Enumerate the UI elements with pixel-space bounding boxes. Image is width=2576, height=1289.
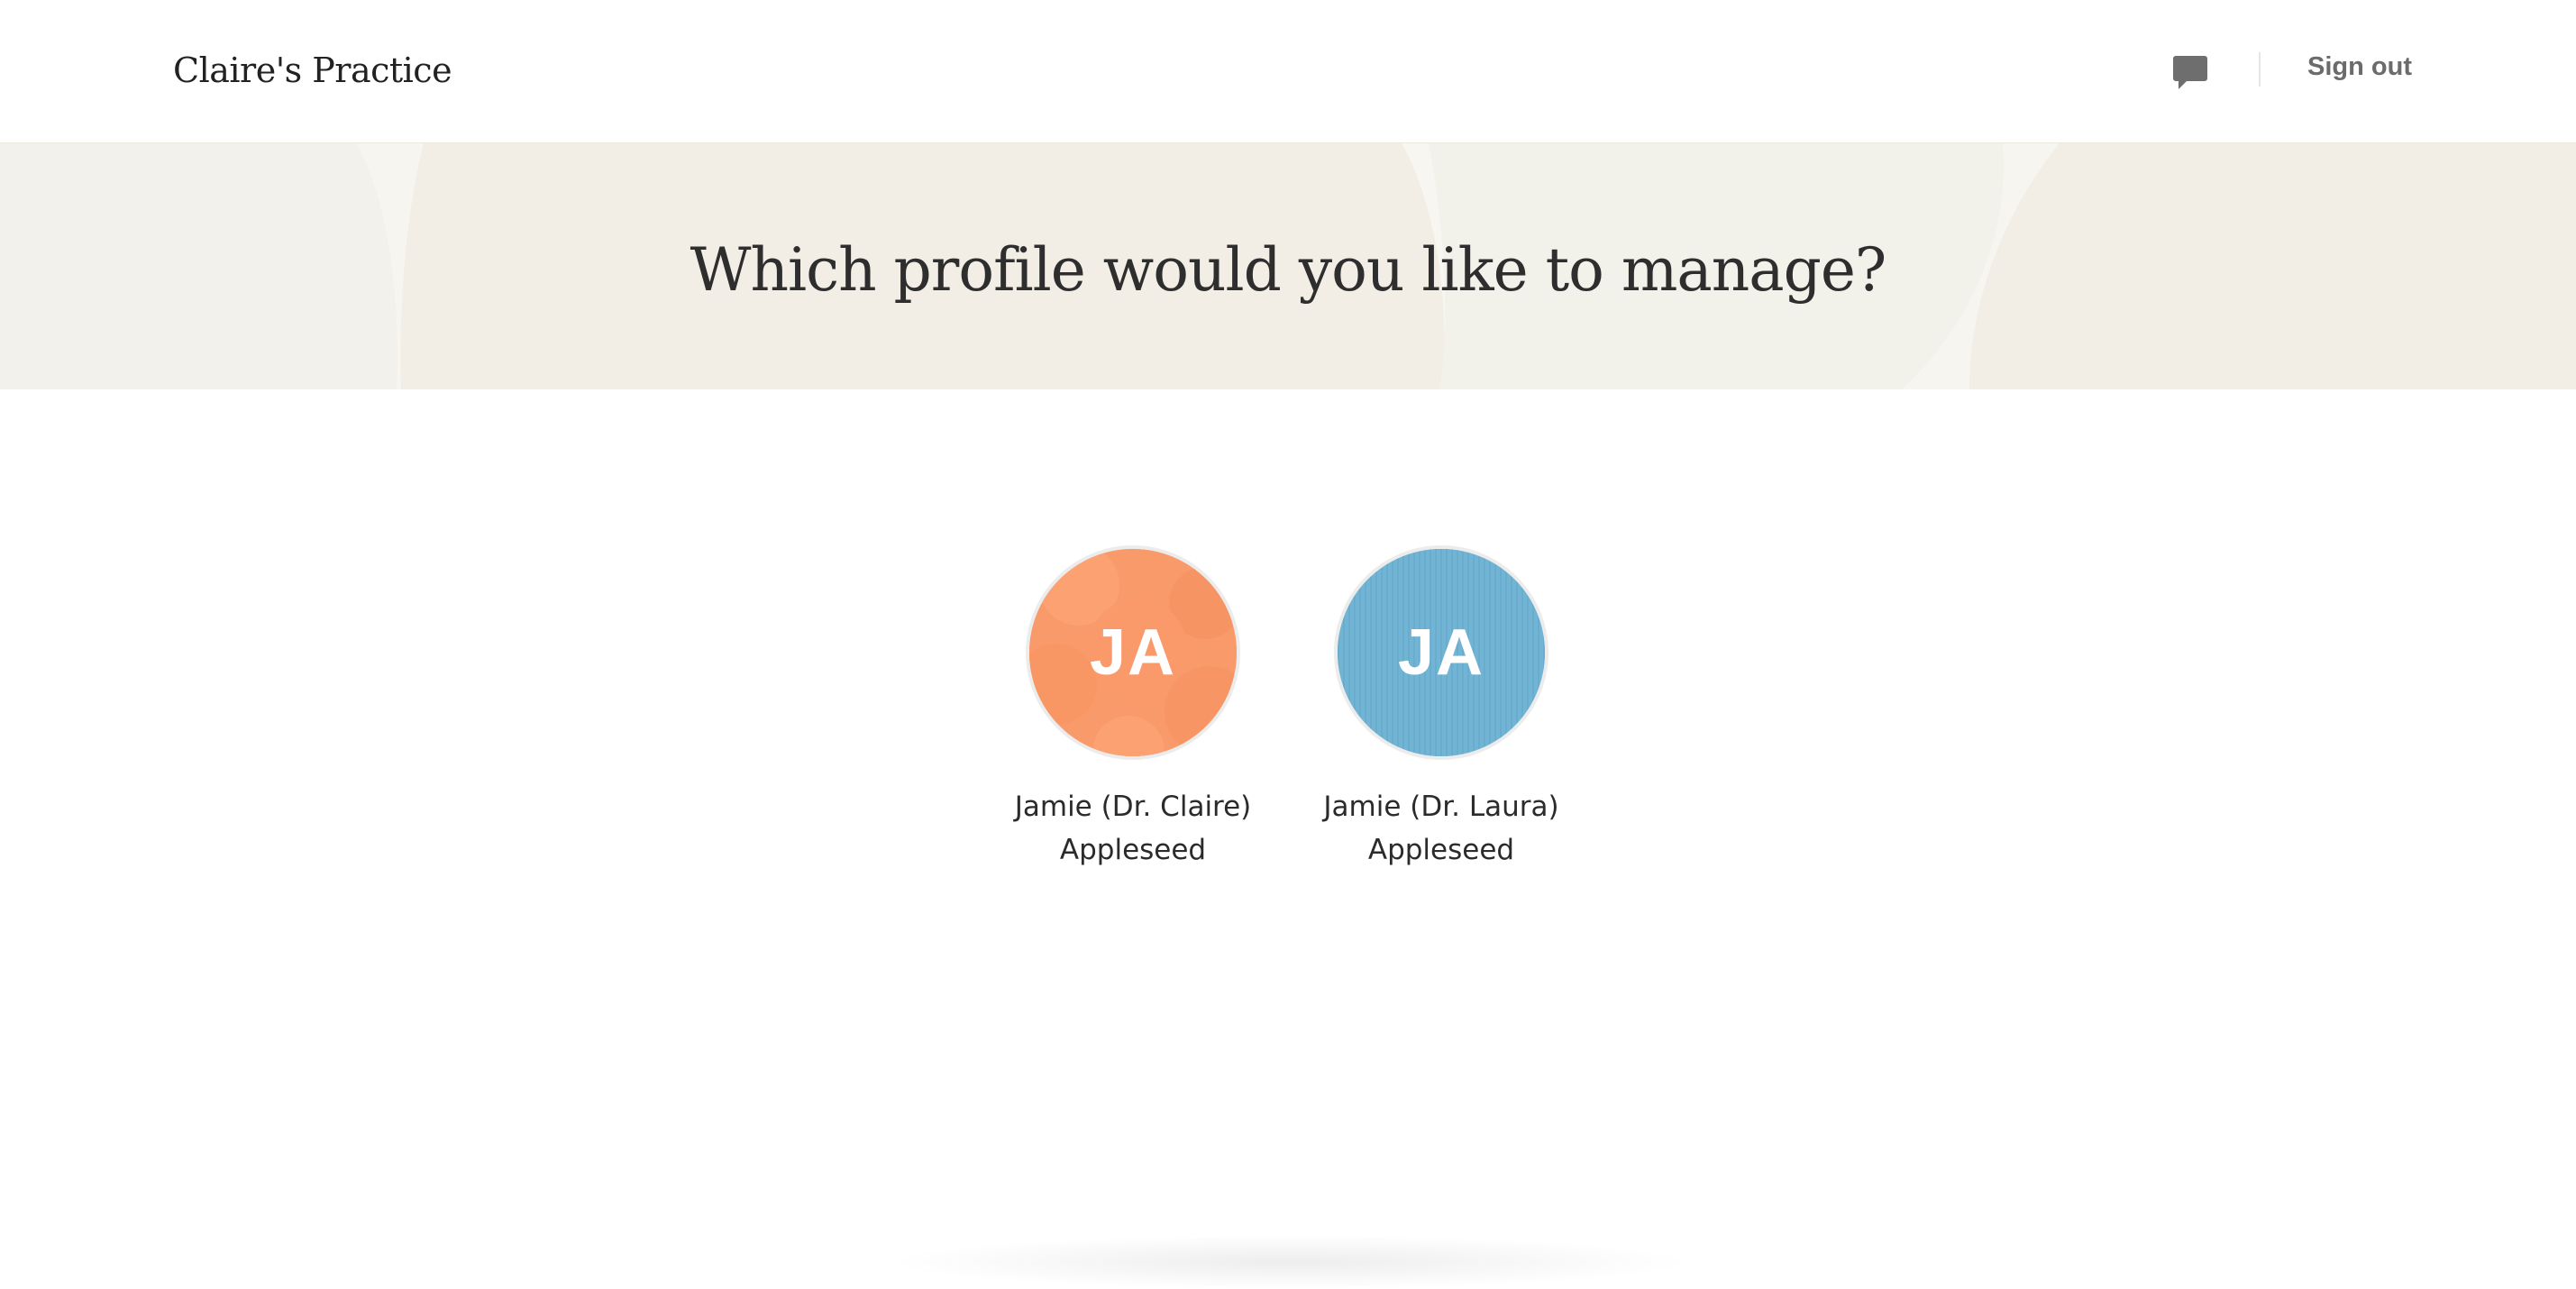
profile-name-line-2: Appleseed: [1059, 834, 1207, 866]
profile-name-line-1: Jamie (Dr. Claire): [1014, 791, 1252, 823]
avatar[interactable]: JA: [1334, 545, 1548, 760]
profile-name[interactable]: Jamie (Dr. Laura) Appleseed: [1323, 785, 1558, 872]
profile-card-claire[interactable]: JA Jamie (Dr. Claire) Appleseed: [1015, 545, 1251, 872]
sign-out-link[interactable]: Sign out: [2307, 52, 2412, 82]
page-banner: Which profile would you like to manage?: [0, 143, 2576, 389]
page-title: Which profile would you like to manage?: [690, 235, 1887, 305]
chat-bubble-icon: [2173, 56, 2207, 89]
avatar-initials: JA: [1089, 617, 1177, 689]
profile-list: JA Jamie (Dr. Claire) Appleseed JA Jamie…: [0, 545, 2576, 872]
avatar-initials: JA: [1397, 617, 1485, 689]
practice-name[interactable]: Claire's Practice: [173, 50, 452, 90]
profile-name-line-2: Appleseed: [1367, 834, 1515, 866]
header-divider: [2259, 52, 2261, 87]
chat-button[interactable]: [2170, 52, 2211, 94]
profile-name[interactable]: Jamie (Dr. Claire) Appleseed: [1015, 785, 1252, 872]
profile-name-line-1: Jamie (Dr. Laura): [1323, 791, 1559, 823]
profile-card-laura[interactable]: JA Jamie (Dr. Laura) Appleseed: [1323, 545, 1559, 872]
top-header: Claire's Practice Sign out: [0, 0, 2576, 143]
avatar[interactable]: JA: [1026, 545, 1240, 760]
bottom-shadow: [883, 1235, 1694, 1289]
